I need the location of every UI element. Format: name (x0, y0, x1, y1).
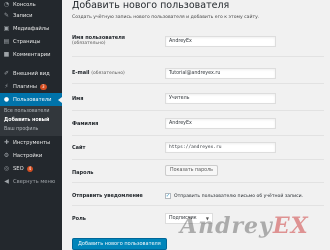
password-label: Пароль (72, 170, 94, 176)
email-label-text: E-mail (72, 70, 90, 76)
username-label: Имя пользователя (обязательно) (72, 35, 125, 47)
username-required-note: (обязательно) (72, 41, 106, 46)
row-divider (72, 159, 324, 160)
sidebar-item-label: Консоль (13, 1, 36, 8)
notify-label: Отправить уведомление (72, 193, 143, 199)
watermark-text-main: Andrey (180, 213, 273, 239)
row-divider (72, 182, 324, 183)
pin-icon: ✎ (3, 12, 10, 19)
row-divider (72, 110, 324, 111)
seo-icon: ◎ (3, 165, 10, 172)
admin-sidebar: ◔ Консоль ✎ Записи ▣ Медиафайлы ▤ Страни… (0, 0, 62, 250)
sidebar-item-label: Настройки (13, 152, 43, 159)
comment-icon: ■ (3, 51, 10, 58)
lastname-label: Фамилия (72, 121, 99, 127)
email-field[interactable]: Tutorial@andreyex.ru (165, 68, 276, 79)
show-password-button[interactable]: Показать пароль (165, 165, 218, 176)
sidebar-item-pages[interactable]: ▤ Страницы (0, 35, 62, 48)
sidebar-item-label: Пользователи (13, 96, 52, 103)
notify-checkbox[interactable]: ✓ (165, 193, 171, 199)
media-icon: ▣ (3, 25, 10, 32)
tools-icon: ✚ (3, 139, 10, 146)
submenu-your-profile[interactable]: Ваш профиль (0, 125, 62, 134)
sidebar-item-label: Внешний вид (13, 70, 50, 77)
sidebar-item-tools[interactable]: ✚ Инструменты (0, 136, 62, 149)
plugin-icon: ⚡ (4, 83, 9, 90)
sidebar-item-plugins[interactable]: ⚡ Плагины 3 (0, 80, 62, 93)
andreyex-watermark-logo: AndreyEX (180, 213, 309, 239)
firstname-field[interactable]: Учитель (165, 93, 276, 104)
sidebar-item-settings[interactable]: ⚙ Настройки (0, 149, 62, 162)
sidebar-item-users[interactable]: ● Пользователи (0, 93, 62, 106)
collapse-icon: ◀ (4, 178, 9, 185)
sidebar-item-label: Страницы (13, 38, 41, 45)
submenu-add-new[interactable]: Добавить новый (0, 116, 62, 125)
users-submenu: Все пользователи Добавить новый Ваш проф… (0, 106, 62, 136)
settings-icon: ⚙ (3, 152, 10, 159)
role-label: Роль (72, 216, 86, 222)
sidebar-item-label: Записи (13, 12, 33, 19)
row-divider (72, 83, 324, 84)
dashboard-icon: ◔ (3, 1, 10, 8)
firstname-label: Имя (72, 96, 84, 102)
page-description: Создать учётную запись нового пользовате… (72, 15, 260, 20)
sidebar-item-media[interactable]: ▣ Медиафайлы (0, 22, 62, 35)
sidebar-item-console[interactable]: ◔ Консоль (0, 0, 62, 9)
row-divider (72, 135, 324, 136)
sidebar-item-label: Комментарии (13, 51, 51, 58)
collapse-menu-button[interactable]: ◀ Свернуть меню (0, 175, 62, 188)
row-divider (72, 205, 324, 206)
users-icon: ● (3, 96, 10, 103)
email-required-note: (обязательно) (91, 71, 125, 76)
page-title: Добавить нового пользователя (72, 0, 230, 11)
update-count-badge: 3 (39, 83, 47, 90)
sidebar-item-seo[interactable]: ◎ SEO 4 (0, 162, 62, 175)
sidebar-item-appearance[interactable]: ✐ Внешний вид (0, 67, 62, 80)
site-label: Сайт (72, 145, 86, 151)
submenu-all-users[interactable]: Все пользователи (0, 107, 62, 116)
watermark-text-accent: EX (272, 213, 309, 239)
email-label: E-mail (обязательно) (72, 70, 125, 77)
username-field[interactable]: AndreyEx (165, 36, 276, 47)
sidebar-item-comments[interactable]: ■ Комментарии (0, 48, 62, 61)
sidebar-item-label: Плагины (13, 83, 37, 90)
checkmark-icon: ✓ (165, 192, 171, 199)
row-divider (72, 56, 324, 57)
sidebar-item-label: Свернуть меню (13, 178, 56, 185)
add-new-user-button[interactable]: Добавить нового пользователя (72, 238, 167, 250)
sidebar-item-label: Инструменты (13, 139, 51, 146)
sidebar-item-posts[interactable]: ✎ Записи (0, 9, 62, 22)
page-icon: ▤ (3, 38, 10, 45)
lastname-field[interactable]: AndreyEx (165, 118, 276, 129)
paintbrush-icon: ✐ (3, 70, 10, 77)
seo-count-badge: 4 (26, 165, 34, 172)
website-field[interactable]: https://andreyex.ru (165, 142, 276, 153)
notify-checkbox-label: Отправить пользователю письмо об учётной… (174, 194, 304, 199)
sidebar-item-label: Медиафайлы (13, 25, 50, 32)
sidebar-item-label: SEO (13, 165, 24, 172)
